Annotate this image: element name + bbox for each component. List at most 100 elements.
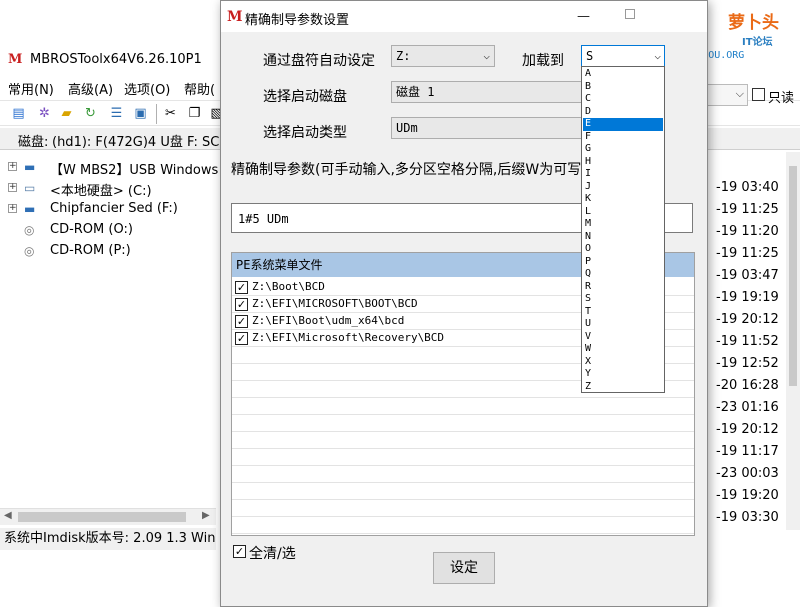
drive-letter-value: Z: [396,49,411,63]
drive-tree: + ▬ 【W MBS2】USB Windows + ▭ <本地硬盘> (C:) … [0,152,218,524]
main-window-title: MBROSToolx64V6.26.10P1 [30,52,202,67]
expand-icon[interactable]: + [8,204,17,213]
minimize-button[interactable]: — [577,9,590,24]
scroll-left-icon[interactable]: ◀ [4,510,12,521]
menu-help[interactable]: 帮助( [184,79,215,98]
drive-option-z[interactable]: Z [583,381,663,394]
drive-option-q[interactable]: Q [583,268,663,281]
drive-letter-dropdown: ABCDEFGHIJKLMNOPQRSTUVWXYZ [581,66,665,393]
drive-option-u[interactable]: U [583,318,663,331]
load-to-select[interactable]: S ⌵ [581,45,665,67]
watermark-name: 萝卜头 [728,13,779,33]
guided-params-dialog: M 精确制导参数设置 — 通过盘符自动设定 Z: ⌵ 加载到 选择启动磁盘 磁盘… [220,0,708,607]
date-cell: -19 20:12 [716,312,779,327]
load-to-label: 加载到 [522,53,564,69]
drive-option-a[interactable]: A [583,68,663,81]
expand-icon[interactable]: + [8,162,17,171]
app-logo-icon: M [227,9,243,25]
menu-advanced[interactable]: 高级(A) [68,79,113,98]
tree-horizontal-scrollbar[interactable]: ◀ ▶ [0,508,216,525]
chevron-down-icon: ⌵ [483,49,490,62]
disk-selector[interactable]: (hd1): F(472G)4 U盘 F: SCS [52,131,228,150]
menu-options[interactable]: 选项(O) [124,79,170,98]
drive-option-v[interactable]: V [583,331,663,344]
date-cell: -19 19:19 [716,290,779,305]
drive-option-o[interactable]: O [583,243,663,256]
folder-open-icon[interactable]: ▰ [58,105,75,122]
file-path: Z:\Boot\BCD [252,280,325,293]
view-mode-select[interactable]: ⌵ [706,84,748,106]
tree-item-label: CD-ROM (O:) [50,222,133,237]
menu-common[interactable]: 常用(N) [8,79,54,98]
load-to-value: S [586,49,594,63]
date-cell: -19 03:47 [716,268,779,283]
cut-icon[interactable]: ✂ [162,105,179,122]
dialog-title: 精确制导参数设置 [245,13,350,28]
set-button[interactable]: 设定 [433,552,495,584]
drive-option-y[interactable]: Y [583,368,663,381]
empty-row [232,483,694,500]
file-date-column: -19 03:40 -19 11:25 -19 11:20 -19 11:25 … [706,152,786,530]
readonly-checkbox[interactable] [752,88,765,101]
tree-item-label: <本地硬盘> (C:) [50,184,152,199]
settings-gear-icon[interactable]: ✲ [36,105,53,122]
date-cell: -19 03:40 [716,180,779,195]
date-cell: -23 00:03 [716,466,779,481]
boot-disk-label: 选择启动磁盘 [263,89,347,105]
drive-letter-select[interactable]: Z: ⌵ [391,45,495,67]
cdrom-icon: ◎ [24,244,35,258]
boot-type-select[interactable]: UDm [391,117,591,139]
drive-option-g[interactable]: G [583,143,663,156]
drive-option-r[interactable]: R [583,281,663,294]
drive-option-t[interactable]: T [583,306,663,319]
copy-icon[interactable]: ❐ [186,105,203,122]
main-vertical-scrollbar[interactable] [786,152,800,530]
empty-row [232,500,694,517]
date-cell: -19 11:25 [716,246,779,261]
date-cell: -20 16:28 [716,378,779,393]
boot-disk-select[interactable]: 磁盘 1 [391,81,591,103]
drive-option-n[interactable]: N [583,231,663,244]
drive-option-s[interactable]: S [583,293,663,306]
drive-option-c[interactable]: C [583,93,663,106]
window-icon[interactable]: ▣ [132,105,149,122]
drive-option-w[interactable]: W [583,343,663,356]
scrollbar-thumb[interactable] [18,512,186,522]
hard-drive-icon: ▭ [24,181,36,195]
drive-option-k[interactable]: K [583,193,663,206]
empty-row [232,517,694,534]
drive-option-h[interactable]: H [583,156,663,169]
scroll-right-icon[interactable]: ▶ [202,510,210,521]
drive-option-m[interactable]: M [583,218,663,231]
readonly-label: 只读 [768,91,795,106]
toolbar-separator [156,104,157,124]
drive-option-l[interactable]: L [583,206,663,219]
file-checkbox[interactable]: ✓ [235,281,248,294]
drive-option-p[interactable]: P [583,256,663,269]
date-cell: -19 11:20 [716,224,779,239]
drive-option-d[interactable]: D [583,106,663,119]
empty-row [232,449,694,466]
boot-type-value: UDm [396,121,418,135]
maximize-button[interactable] [625,9,635,19]
drive-option-b[interactable]: B [583,81,663,94]
save-icon[interactable]: ▤ [10,105,27,122]
drive-option-f[interactable]: F [583,131,663,144]
usb-drive-icon: ▬ [24,160,36,174]
drive-option-e[interactable]: E [583,118,663,131]
boot-disk-value: 磁盘 1 [396,85,435,99]
refresh-icon[interactable]: ↻ [82,105,99,122]
file-checkbox[interactable]: ✓ [235,315,248,328]
drive-option-i[interactable]: I [583,168,663,181]
drive-option-j[interactable]: J [583,181,663,194]
file-checkbox[interactable]: ✓ [235,332,248,345]
chevron-down-icon: ⌵ [654,49,661,62]
file-checkbox[interactable]: ✓ [235,298,248,311]
drive-option-x[interactable]: X [583,356,663,369]
select-all-checkbox[interactable]: ✓ [233,545,246,558]
scrollbar-thumb[interactable] [789,166,797,386]
date-cell: -19 03:30 [716,510,779,525]
expand-icon[interactable]: + [8,183,17,192]
list-view-icon[interactable]: ☰ [108,105,125,122]
select-all-label[interactable]: 全清/选 [249,543,296,563]
